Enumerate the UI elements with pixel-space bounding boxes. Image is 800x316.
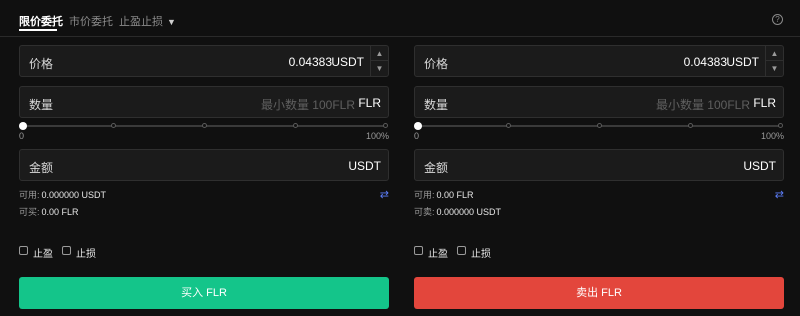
slider-knob[interactable] [414,122,422,130]
stop-loss-label: 止损 [76,249,96,260]
sell-panel: 价格 0.04383 USDT ▲ ▼ 数量 最小数量 100FLR FLR 0… [414,0,784,316]
take-profit-label: 止盈 [33,249,53,260]
slider-tick-75[interactable] [293,123,298,128]
stop-loss-label: 止损 [471,249,491,260]
sell-can-label: 可卖: [414,207,435,217]
sell-price-field[interactable]: 价格 0.04383 USDT ▲ ▼ [414,45,784,77]
checkbox-icon [414,246,423,255]
slider-max-label: 100% [760,131,784,141]
slider-tick-50[interactable] [597,123,602,128]
sell-amount-slider[interactable] [414,122,784,132]
sell-price-stepper: ▲ ▼ [765,46,783,76]
sell-can-sell-row: 可卖: 0.000000 USDT [414,205,501,218]
slider-tick-100[interactable] [778,123,783,128]
caret-down-icon[interactable]: ▼ [371,61,388,76]
buy-panel: 价格 0.04383 USDT ▲ ▼ 数量 最小数量 100FLR FLR 0… [19,0,389,316]
buy-amount-slider[interactable] [19,122,389,132]
buy-can-value: 0.00 FLR [41,207,79,217]
slider-knob[interactable] [19,122,27,130]
take-profit-label: 止盈 [428,249,448,260]
sell-total-unit: USDT [743,159,776,173]
buy-can-buy-row: 可买: 0.00 FLR [19,205,79,218]
sell-total-label: 金额 [424,161,449,175]
sell-available-value: 0.00 FLR [436,190,474,200]
checkbox-icon [457,246,466,255]
buy-can-label: 可买: [19,207,40,217]
buy-total-unit: USDT [348,159,381,173]
slider-tick-100[interactable] [383,123,388,128]
caret-up-icon[interactable]: ▲ [766,46,783,61]
buy-total-field[interactable]: 金额 USDT [19,149,389,181]
buy-total-label: 金额 [29,161,54,175]
sell-total-field[interactable]: 金额 USDT [414,149,784,181]
sell-amount-label: 数量 [424,98,449,112]
checkbox-icon [19,246,28,255]
buy-amount-unit: FLR [358,96,381,110]
sell-price-label: 价格 [424,57,449,71]
buy-available-value: 0.000000 USDT [41,190,107,200]
buy-price-label: 价格 [29,57,54,71]
buy-amount-placeholder: 最小数量 100FLR [260,98,355,112]
sell-amount-placeholder: 最小数量 100FLR [655,98,750,112]
slider-max-label: 100% [365,131,389,141]
slider-tick-25[interactable] [506,123,511,128]
buy-price-unit: USDT [331,55,364,69]
slider-tick-25[interactable] [111,123,116,128]
caret-up-icon[interactable]: ▲ [371,46,388,61]
checkbox-icon [62,246,71,255]
buy-price-value: 0.04383 [288,55,332,69]
buy-available-row: 可用: 0.000000 USDT [19,188,106,201]
buy-amount-label: 数量 [29,98,54,112]
sell-amount-unit: FLR [753,96,776,110]
sell-price-unit: USDT [726,55,759,69]
buy-available-label: 可用: [19,190,40,200]
slider-tick-50[interactable] [202,123,207,128]
transfer-arrows-icon[interactable]: ⇄ [775,188,784,201]
buy-price-stepper: ▲ ▼ [370,46,388,76]
sell-available-label: 可用: [414,190,435,200]
sell-can-value: 0.000000 USDT [436,207,502,217]
sell-price-value: 0.04383 [683,55,727,69]
slider-min-label: 0 [414,131,420,141]
buy-amount-field[interactable]: 数量 最小数量 100FLR FLR [19,86,389,118]
caret-down-icon[interactable]: ▼ [766,61,783,76]
sell-amount-field[interactable]: 数量 最小数量 100FLR FLR [414,86,784,118]
sell-flr-button[interactable]: 卖出 FLR [414,277,784,309]
slider-tick-75[interactable] [688,123,693,128]
buy-price-field[interactable]: 价格 0.04383 USDT ▲ ▼ [19,45,389,77]
buy-flr-button[interactable]: 买入 FLR [19,277,389,309]
transfer-arrows-icon[interactable]: ⇄ [380,188,389,201]
sell-available-row: 可用: 0.00 FLR [414,188,474,201]
slider-min-label: 0 [19,131,25,141]
